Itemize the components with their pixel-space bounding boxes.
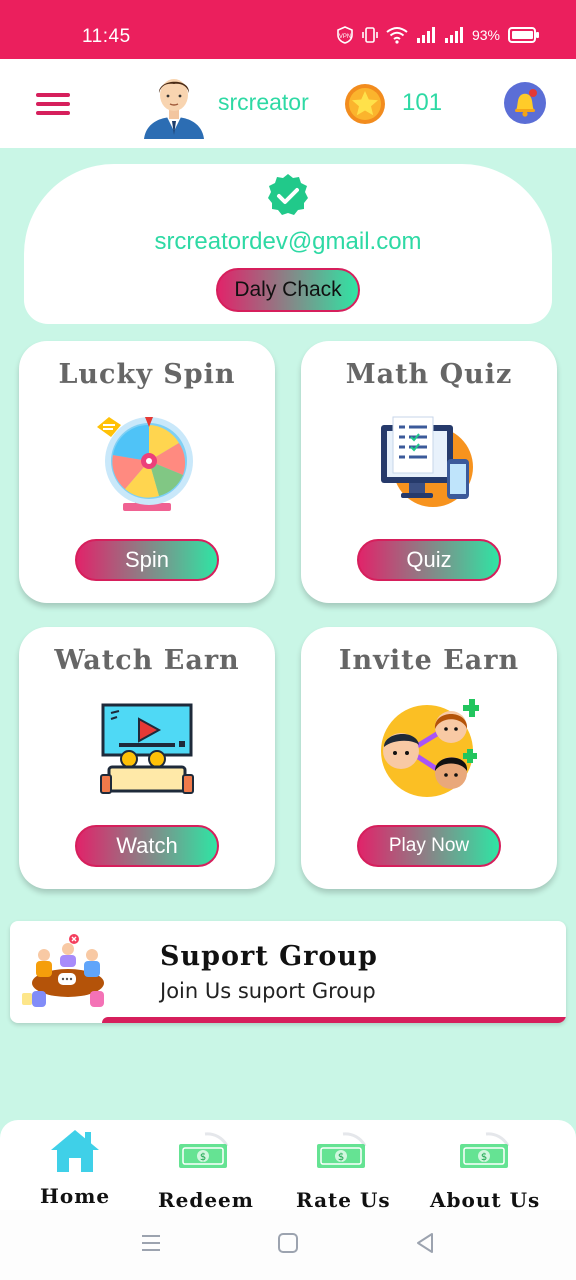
username: srcreator	[218, 89, 309, 115]
nav-item-home[interactable]: Home	[40, 1128, 110, 1208]
system-navigation-bar	[0, 1210, 576, 1280]
coin-icon	[345, 84, 385, 124]
user-email: srcreatordev@gmail.com	[154, 228, 422, 255]
watch-button[interactable]: Watch	[75, 825, 219, 867]
signal-icon	[416, 27, 435, 43]
bell-icon[interactable]	[503, 81, 547, 125]
bottom-nav: Home $ Redeem $ Rate Us $ About Us	[0, 1120, 576, 1212]
money-icon: $	[317, 1132, 367, 1168]
signal-icon	[444, 27, 463, 43]
lucky-spin-card[interactable]: Lucky Spin Spin	[19, 341, 275, 603]
vpn-icon: VPN	[337, 26, 353, 44]
spin-wheel-icon	[97, 417, 193, 511]
status-icons: VPN 93%	[336, 26, 540, 44]
invite-friends-icon	[381, 699, 479, 797]
svg-text:VPN: VPN	[339, 34, 351, 40]
nav-item-rate-us[interactable]: $ Rate Us	[296, 1132, 391, 1212]
coin-count: 101	[402, 89, 443, 116]
card-title: Lucky Spin	[58, 359, 236, 390]
spin-button[interactable]: Spin	[75, 539, 219, 581]
money-icon: $	[460, 1132, 510, 1168]
status-bar: 11:45 VPN 93%	[0, 0, 576, 59]
nav-label: About Us	[430, 1188, 541, 1212]
watch-earn-card[interactable]: Watch Earn Watch	[19, 627, 275, 889]
recents-icon[interactable]	[140, 1232, 162, 1254]
svg-text:$: $	[338, 1152, 344, 1163]
menu-icon[interactable]	[36, 93, 70, 117]
daily-check-button[interactable]: Daly Chack	[216, 268, 360, 312]
invite-earn-card[interactable]: Invite Earn Play Now	[301, 627, 557, 889]
nav-label: Rate Us	[296, 1188, 391, 1212]
battery-icon	[508, 27, 539, 43]
nav-label: Redeem	[158, 1188, 254, 1212]
back-icon[interactable]	[414, 1232, 436, 1254]
card-title: Math Quiz	[345, 359, 513, 390]
support-subtitle: Join Us suport Group	[160, 979, 376, 1003]
money-icon: $	[179, 1132, 229, 1168]
card-title: Invite Earn	[338, 645, 520, 676]
support-title: Suport Group	[160, 941, 378, 972]
app-header: srcreator 101	[0, 59, 576, 148]
battery-percent: 93%	[471, 27, 500, 43]
quiz-computer-icon	[381, 416, 473, 507]
cinema-icon	[100, 703, 194, 794]
quiz-button[interactable]: Quiz	[357, 539, 501, 581]
support-group-banner[interactable]: Suport Group Join Us suport Group	[10, 921, 566, 1023]
play-now-button[interactable]: Play Now	[357, 825, 501, 867]
status-time: 11:45	[82, 26, 131, 47]
avatar[interactable]	[140, 71, 208, 139]
svg-text:$: $	[481, 1152, 487, 1163]
support-accent-bar	[102, 1017, 566, 1023]
verified-icon	[268, 174, 308, 215]
nav-item-about-us[interactable]: $ About Us	[430, 1132, 541, 1212]
home-button-icon[interactable]	[277, 1232, 299, 1254]
card-title: Watch Earn	[54, 645, 240, 676]
vibrate-icon	[362, 27, 378, 43]
support-group-icon	[22, 934, 104, 1007]
svg-text:$: $	[200, 1152, 206, 1163]
nav-label: Home	[40, 1184, 111, 1208]
wifi-icon	[386, 27, 408, 44]
math-quiz-card[interactable]: Math Quiz Quiz	[301, 341, 557, 603]
profile-card: srcreatordev@gmail.com Daly Chack	[24, 164, 552, 324]
home-icon	[51, 1130, 99, 1172]
nav-item-redeem[interactable]: $ Redeem	[158, 1132, 254, 1212]
